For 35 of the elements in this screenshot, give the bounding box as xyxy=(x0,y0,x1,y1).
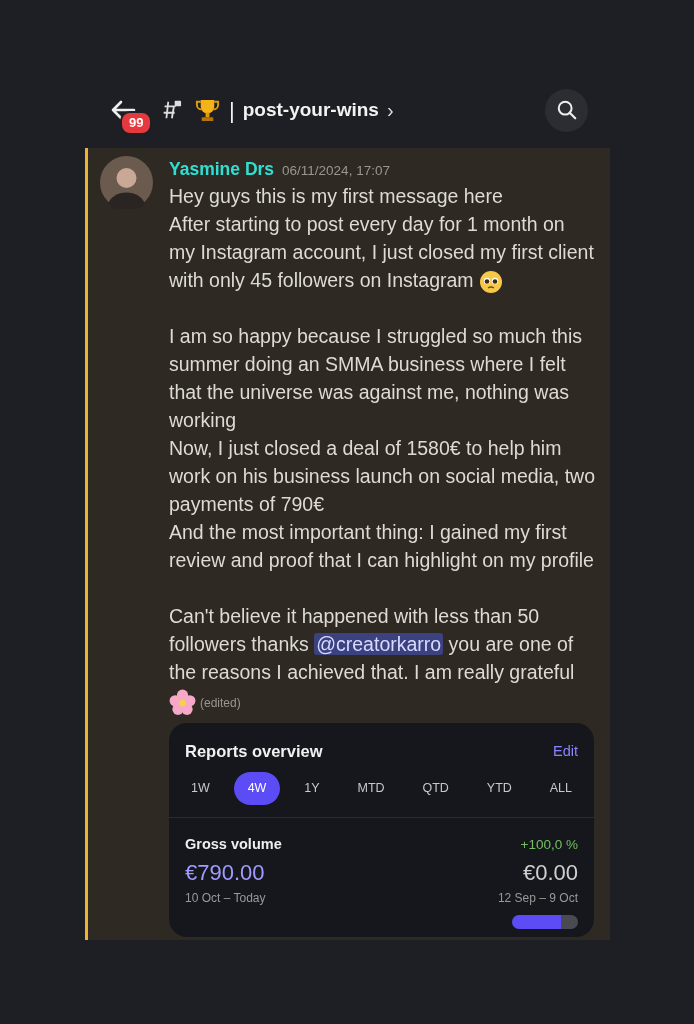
period-tab[interactable]: QTD xyxy=(408,772,463,805)
search-button[interactable] xyxy=(545,88,588,132)
previous-value: €0.00 xyxy=(522,858,578,887)
period-tab[interactable]: 1W xyxy=(177,772,224,805)
message-text: Now, I just closed a deal of 1580€ to help him work on his business launch on social media, two payments of 790€ xyxy=(169,437,595,516)
message-text: And the most important thing: I gained my first review and proof that I can highlight on my profile xyxy=(169,521,594,572)
current-period: 10 Oct – Today xyxy=(185,889,266,907)
period-tab[interactable]: 1Y xyxy=(290,772,334,805)
flower-icon xyxy=(169,688,196,716)
timestamp: 06/11/2024, 17:07 xyxy=(282,162,390,180)
search-icon xyxy=(555,99,578,121)
chevron-icon[interactable]: › xyxy=(386,95,394,125)
message-text: Hey guys this is my first message here xyxy=(169,185,503,208)
card-title: Reports overview xyxy=(185,741,323,763)
unread-badge: 99 xyxy=(120,111,153,135)
change-percentage: +100,0 % xyxy=(520,835,578,854)
pleading-face-icon xyxy=(479,270,503,295)
message-text: Can't believe it happened with less than 50 followers thanks @creatorkarro you are one of the reasons I achieved that. I am really grateful (edited) xyxy=(169,605,575,712)
avatar xyxy=(100,156,153,209)
message-text: After starting to post every day for 1 month on my Instagram account, I just closed my first client with only 45 followers on Instagram xyxy=(169,213,594,292)
edit-link[interactable]: Edit xyxy=(553,740,578,763)
separator-label: | xyxy=(229,96,235,125)
period-tab[interactable]: YTD xyxy=(472,772,526,805)
author-name[interactable]: Yasmine Drs xyxy=(169,156,275,183)
period-tab[interactable]: 4W xyxy=(233,772,281,805)
message-text: I am so happy because I struggled so much this summer doing an SMMA business where I felt that the universe was against me, nothing was working xyxy=(169,325,582,432)
channel-name[interactable]: post-your-wins xyxy=(242,95,379,125)
period-tab[interactable]: ALL xyxy=(535,772,586,805)
period-tab[interactable]: MTD xyxy=(343,772,399,805)
edited-label: (edited) xyxy=(200,696,241,711)
previous-period: 12 Sep – 9 Oct xyxy=(497,889,578,907)
current-value: €790.00 xyxy=(185,858,265,887)
user-mention[interactable]: @creatorkarro xyxy=(314,633,444,656)
toggle-bar xyxy=(512,914,578,929)
metric-label: Gross volume xyxy=(185,834,282,854)
